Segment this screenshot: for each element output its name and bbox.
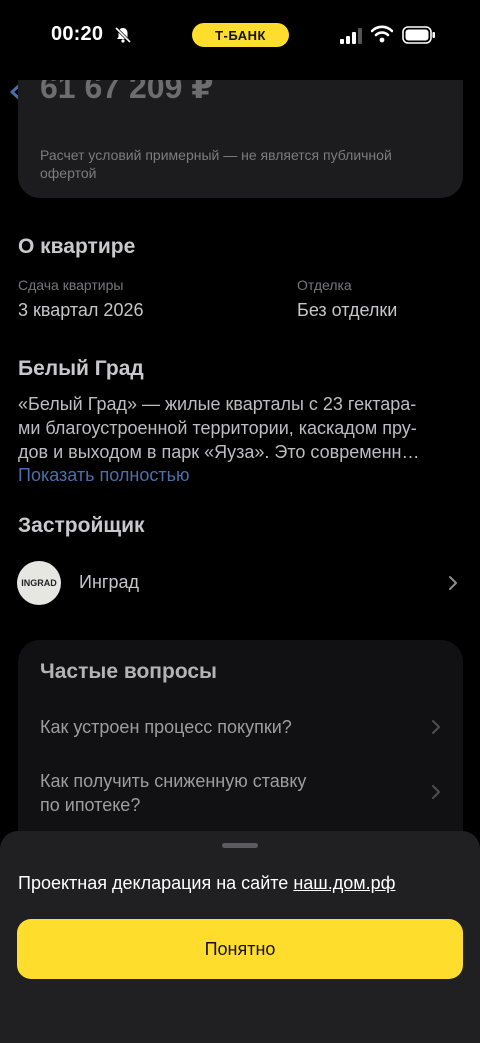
- complex-title: Белый Град: [18, 357, 144, 380]
- calculation-card: 61 67 209 ₽ Расчет условий примерный — н…: [18, 80, 463, 198]
- description-line: дов и выходом в парк «Яуза». Это совреме…: [18, 442, 420, 462]
- faq-title: Частые вопросы: [40, 660, 217, 683]
- disclaimer-text: Расчет условий примерный — не является п…: [40, 147, 392, 181]
- faq-question-purchase[interactable]: Как устроен процесс покупки?: [40, 715, 292, 739]
- ok-button[interactable]: Понятно: [17, 919, 463, 979]
- developer-name[interactable]: Инград: [79, 572, 139, 593]
- chevron-right-icon[interactable]: [447, 574, 459, 592]
- finish-value: Без отделки: [297, 300, 398, 320]
- price-value: 61 67 209 ₽: [40, 80, 214, 105]
- battery-icon: [402, 26, 435, 44]
- wifi-icon: [371, 25, 393, 43]
- faq-question-line: по ипотеке?: [40, 795, 141, 815]
- developer-logo: INGRAD: [17, 561, 61, 605]
- delivery-label: Сдача квартиры: [18, 277, 124, 293]
- declaration-link[interactable]: наш.дом.рф: [293, 873, 395, 893]
- developer-logo-text: INGRAD: [21, 578, 57, 588]
- developer-title: Застройщик: [18, 514, 145, 537]
- bell-slash-icon: [114, 26, 132, 44]
- faq-question-mortgage[interactable]: Как получить сниженную ставку по ипотеке…: [40, 769, 306, 817]
- chevron-right-icon[interactable]: [430, 783, 442, 801]
- declaration-text: Проектная декларация на сайте наш.дом.рф: [18, 873, 395, 894]
- faq-question-line: Как получить сниженную ставку: [40, 771, 307, 791]
- finish-label: Отделка: [297, 277, 352, 293]
- bottom-sheet: Проектная декларация на сайте наш.дом.рф…: [0, 831, 480, 1043]
- description-line: ми благоустроенной территории, каскадом …: [18, 418, 417, 438]
- show-more-link[interactable]: Показать полностью: [18, 465, 189, 486]
- delivery-value: 3 квартал 2026: [18, 300, 144, 320]
- apartment-title: О квартире: [18, 235, 136, 258]
- complex-description: «Белый Град» — жилые кварталы с 23 гекта…: [18, 392, 458, 464]
- description-line: «Белый Град» — жилые кварталы с 23 гекта…: [18, 394, 417, 414]
- signal-icon: [340, 28, 362, 44]
- chevron-right-icon[interactable]: [430, 718, 442, 736]
- bank-badge: Т-БАНК: [192, 23, 289, 47]
- declaration-label: Проектная декларация на сайте: [18, 873, 294, 893]
- sheet-grabber[interactable]: [222, 843, 258, 848]
- status-time: 00:20: [51, 23, 104, 45]
